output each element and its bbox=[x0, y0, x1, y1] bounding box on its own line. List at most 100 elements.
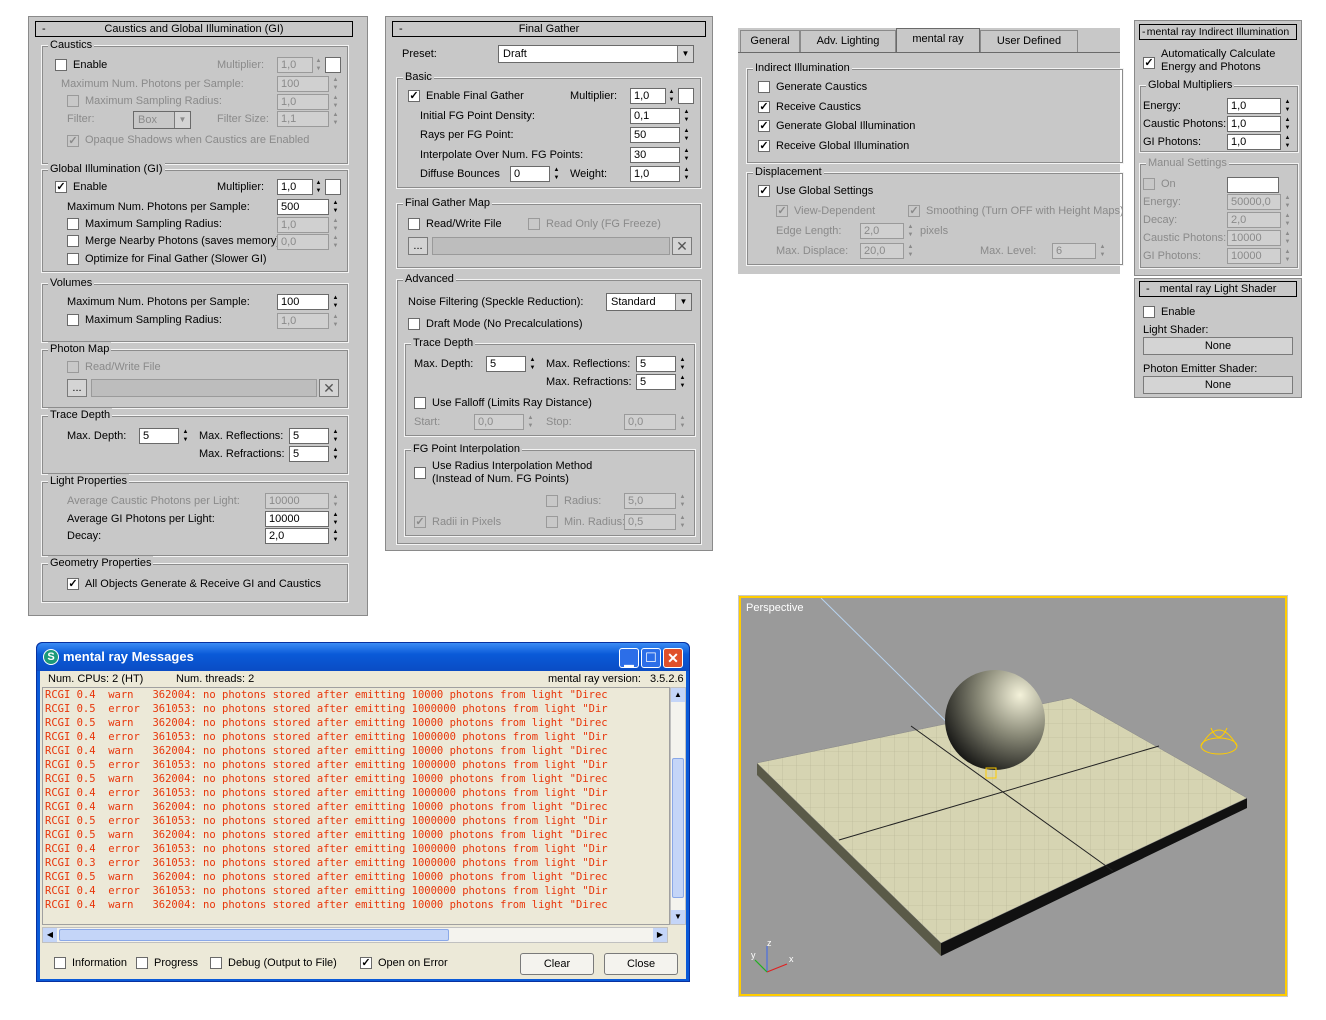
gm-gi-photons-spinner[interactable]: 1,0 ▲ ▼ bbox=[1227, 134, 1293, 150]
messages-log[interactable]: RCGI 0.4 warn 362004: no photons stored … bbox=[42, 687, 670, 925]
volumes-max-radius-spinner[interactable]: 1,0 ▲ ▼ bbox=[277, 313, 341, 329]
photon-map-browse-button[interactable]: ... bbox=[67, 379, 87, 397]
enable-fg-checkbox[interactable]: ✓ bbox=[408, 90, 420, 102]
fg-density-spinner[interactable]: 0,1 ▲ ▼ bbox=[630, 108, 692, 124]
avg-gi-photons-spinner[interactable]: 10000 ▲ ▼ bbox=[265, 511, 341, 527]
falloff-start-spinner[interactable]: 0,0 ▲ ▼ bbox=[474, 414, 536, 430]
fg-color-swatch[interactable] bbox=[678, 88, 694, 104]
smoothing-checkbox[interactable]: ✓ bbox=[908, 205, 920, 217]
perspective-viewport[interactable]: Perspective z x y bbox=[738, 595, 1288, 997]
gi-enable-checkbox[interactable]: ✓ bbox=[55, 181, 67, 193]
gi-max-radius-spinner[interactable]: 1,0 ▲ ▼ bbox=[277, 217, 341, 233]
caustics-color-swatch[interactable] bbox=[325, 57, 341, 73]
fg-max-depth-spinner[interactable]: 5 ▲ ▼ bbox=[486, 356, 538, 372]
gi-merge-checkbox[interactable] bbox=[67, 235, 79, 247]
mr-ii-rollout-header[interactable]: - mental ray Indirect Illumination bbox=[1139, 24, 1297, 40]
horizontal-scroll-thumb[interactable] bbox=[59, 929, 449, 941]
caustics-multiplier-spinner[interactable]: 1,0 ▲ ▼ bbox=[277, 57, 323, 73]
gi-optimize-checkbox[interactable] bbox=[67, 253, 79, 265]
maximize-button[interactable]: ☐ bbox=[641, 648, 661, 668]
caustics-opaque-checkbox[interactable]: ✓ bbox=[67, 135, 79, 147]
use-falloff-checkbox[interactable] bbox=[414, 397, 426, 409]
max-level-spinner[interactable]: 6 ▲ ▼ bbox=[1052, 243, 1108, 259]
open-on-error-checkbox[interactable]: ✓ bbox=[360, 957, 372, 969]
generate-caustics-checkbox[interactable] bbox=[758, 81, 770, 93]
caustics-gi-rollout-header[interactable]: - Caustics and Global Illumination (GI) bbox=[35, 21, 353, 37]
tab-general[interactable]: General bbox=[740, 30, 800, 52]
radius-spinner[interactable]: 5,0 ▲ ▼ bbox=[624, 493, 688, 509]
all-objects-gi-checkbox[interactable]: ✓ bbox=[67, 578, 79, 590]
fg-interpolate-spinner[interactable]: 30 ▲ ▼ bbox=[630, 147, 692, 163]
fg-map-path-field[interactable] bbox=[432, 237, 670, 255]
photon-map-path-field[interactable] bbox=[91, 379, 317, 397]
fg-max-refractions-spinner[interactable]: 5 ▲ ▼ bbox=[636, 374, 688, 390]
falloff-stop-spinner[interactable]: 0,0 ▲ ▼ bbox=[624, 414, 688, 430]
min-radius-checkbox[interactable] bbox=[546, 516, 558, 528]
volumes-max-radius-checkbox[interactable] bbox=[67, 314, 79, 326]
draft-mode-checkbox[interactable] bbox=[408, 318, 420, 330]
photon-map-clear-icon[interactable]: ✕ bbox=[319, 379, 339, 397]
max-displace-spinner[interactable]: 20,0 ▲ ▼ bbox=[860, 243, 916, 259]
fg-readonly-checkbox[interactable] bbox=[528, 218, 540, 230]
view-dependent-checkbox[interactable]: ✓ bbox=[776, 205, 788, 217]
fg-max-reflections-spinner[interactable]: 5 ▲ ▼ bbox=[636, 356, 688, 372]
fg-bounces-spinner[interactable]: 0 ▲ ▼ bbox=[510, 166, 562, 182]
horizontal-scrollbar[interactable]: ◀ ▶ bbox=[42, 927, 668, 943]
avg-caustic-photons-spinner[interactable]: 10000 ▲ ▼ bbox=[265, 493, 341, 509]
photon-emitter-shader-button[interactable]: None bbox=[1143, 376, 1293, 394]
radius-method-checkbox[interactable] bbox=[414, 467, 426, 479]
decay-spinner[interactable]: 2,0 ▲ ▼ bbox=[265, 528, 341, 544]
gi-multiplier-spinner[interactable]: 1,0 ▲ ▼ bbox=[277, 179, 323, 195]
close-window-button[interactable]: ✕ bbox=[663, 648, 683, 668]
fg-map-browse-button[interactable]: ... bbox=[408, 237, 428, 255]
caustics-enable-checkbox[interactable] bbox=[55, 59, 67, 71]
fg-rw-checkbox[interactable] bbox=[408, 218, 420, 230]
gm-caustic-photons-spinner[interactable]: 1,0 ▲ ▼ bbox=[1227, 116, 1293, 132]
fg-multiplier-spinner[interactable]: 1,0 ▲ ▼ bbox=[630, 88, 676, 104]
preset-dropdown[interactable]: Draft ▼ bbox=[498, 45, 694, 63]
debug-checkbox[interactable] bbox=[210, 957, 222, 969]
edge-length-spinner[interactable]: 2,0 ▲ ▼ bbox=[860, 223, 916, 239]
light-shader-button[interactable]: None bbox=[1143, 337, 1293, 355]
auto-calculate-checkbox[interactable]: ✓ bbox=[1143, 57, 1155, 69]
caustics-max-photons-spinner[interactable]: 100 ▲ ▼ bbox=[277, 76, 341, 92]
noise-filtering-dropdown[interactable]: Standard ▼ bbox=[606, 293, 692, 311]
gi-color-swatch[interactable] bbox=[325, 179, 341, 195]
clear-button[interactable]: Clear bbox=[520, 953, 594, 975]
gm-energy-spinner[interactable]: 1,0 ▲ ▼ bbox=[1227, 98, 1293, 114]
radii-pixels-checkbox[interactable]: ✓ bbox=[414, 516, 426, 528]
tab-adv-lighting[interactable]: Adv. Lighting bbox=[800, 30, 896, 52]
fg-map-clear-icon[interactable]: ✕ bbox=[672, 237, 692, 255]
receive-caustics-checkbox[interactable]: ✓ bbox=[758, 101, 770, 113]
volumes-max-photons-spinner[interactable]: 100 ▲ ▼ bbox=[277, 294, 341, 310]
trace-max-refractions-spinner[interactable]: 5 ▲ ▼ bbox=[289, 446, 341, 462]
generate-gi-checkbox[interactable]: ✓ bbox=[758, 120, 770, 132]
manual-gi-photons-spinner[interactable]: 10000 ▲ ▼ bbox=[1227, 248, 1293, 264]
caustics-max-radius-spinner[interactable]: 1,0 ▲ ▼ bbox=[277, 94, 341, 110]
mr-light-shader-header[interactable]: - mental ray Light Shader bbox=[1139, 281, 1297, 297]
gi-max-radius-checkbox[interactable] bbox=[67, 218, 79, 230]
fg-rays-spinner[interactable]: 50 ▲ ▼ bbox=[630, 127, 692, 143]
caustics-max-radius-checkbox[interactable] bbox=[67, 95, 79, 107]
tab-user-defined[interactable]: User Defined bbox=[980, 30, 1078, 52]
vertical-scrollbar[interactable]: ▲ ▼ bbox=[670, 687, 686, 925]
gi-merge-spinner[interactable]: 0,0 ▲ ▼ bbox=[277, 234, 341, 250]
manual-energy-spinner[interactable]: 50000,0 ▲ ▼ bbox=[1227, 194, 1293, 210]
caustics-filter-size-spinner[interactable]: 1,1 ▲ ▼ bbox=[277, 111, 341, 127]
vertical-scroll-thumb[interactable] bbox=[672, 758, 684, 898]
use-global-settings-checkbox[interactable]: ✓ bbox=[758, 185, 770, 197]
manual-caustic-photons-spinner[interactable]: 10000 ▲ ▼ bbox=[1227, 230, 1293, 246]
minimize-button[interactable]: ▁ bbox=[619, 648, 639, 668]
gi-max-photons-spinner[interactable]: 500 ▲ ▼ bbox=[277, 199, 341, 215]
receive-gi-checkbox[interactable]: ✓ bbox=[758, 140, 770, 152]
radius-checkbox[interactable] bbox=[546, 495, 558, 507]
caustics-filter-dropdown[interactable]: Box ▼ bbox=[133, 111, 191, 129]
progress-checkbox[interactable] bbox=[136, 957, 148, 969]
manual-decay-spinner[interactable]: 2,0 ▲ ▼ bbox=[1227, 212, 1293, 228]
final-gather-rollout-header[interactable]: - Final Gather bbox=[392, 21, 706, 37]
tab-mental-ray[interactable]: mental ray bbox=[896, 28, 980, 52]
light-shader-enable-checkbox[interactable] bbox=[1143, 306, 1155, 318]
trace-max-reflections-spinner[interactable]: 5 ▲ ▼ bbox=[289, 428, 341, 444]
min-radius-spinner[interactable]: 0,5 ▲ ▼ bbox=[624, 514, 688, 530]
manual-on-checkbox[interactable] bbox=[1143, 178, 1155, 190]
